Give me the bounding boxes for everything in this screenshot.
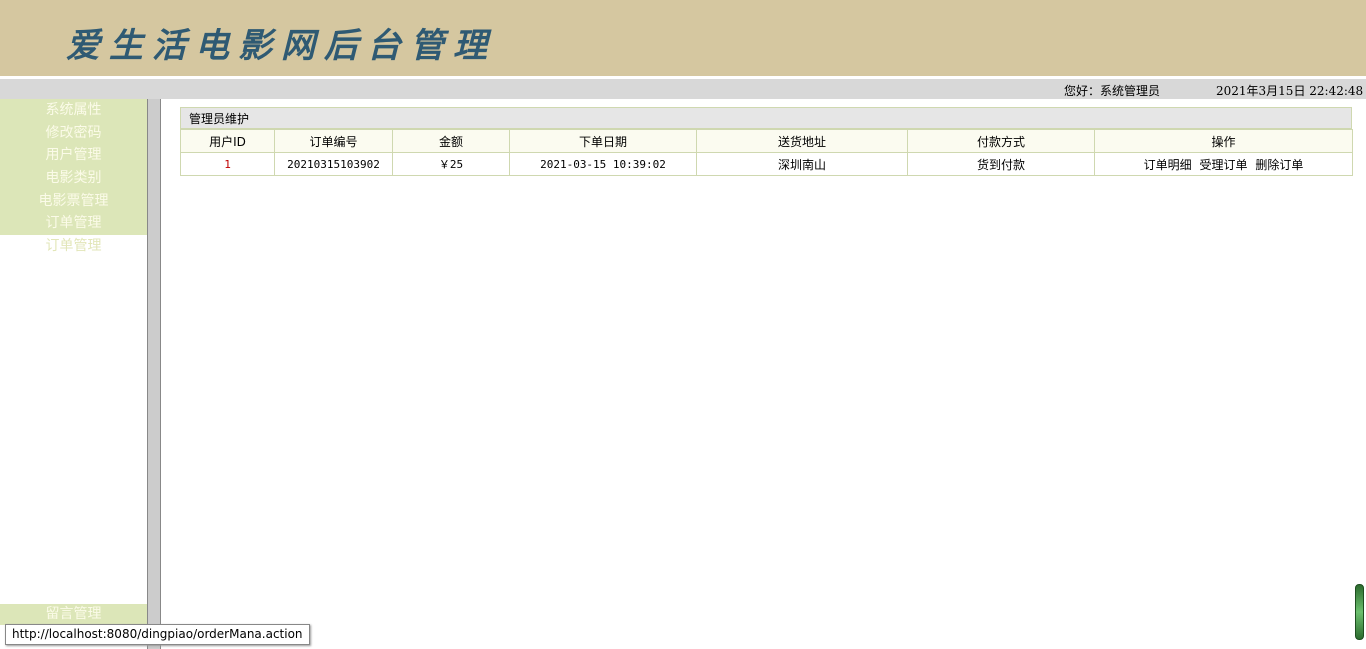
cell-address: 深圳南山 — [696, 152, 908, 176]
cell-date: 2021-03-15 10:39:02 — [509, 152, 697, 176]
header-banner: 爱生活电影网后台管理 — [0, 0, 1366, 76]
sidebar-item-ticket-management[interactable]: 电影票管理 — [0, 189, 147, 213]
sidebar-item-change-password[interactable]: 修改密码 — [0, 121, 147, 145]
cell-amount: ￥25 — [392, 152, 510, 176]
cell-user-id: 1 — [180, 152, 275, 176]
greeting-text: 您好：系统管理员 — [1064, 84, 1161, 98]
cell-order-no: 20210315103902 — [274, 152, 393, 176]
column-header: 下单日期 — [509, 129, 697, 153]
orders-table: 用户ID 订单编号 金额 下单日期 送货地址 付款方式 操作 1 2021031… — [180, 129, 1353, 176]
sidebar-item-message-management[interactable]: 留言管理 — [0, 604, 147, 625]
sidebar-subitem-order-management[interactable]: 订单管理 — [0, 235, 147, 258]
main-content: 管理员维护 用户ID 订单编号 金额 下单日期 送货地址 付款方式 操作 1 2… — [180, 107, 1353, 176]
table-row: 1 20210315103902 ￥25 2021-03-15 10:39:02… — [180, 152, 1353, 176]
cell-actions: 订单明细 受理订单 删除订单 — [1094, 152, 1353, 176]
site-title: 爱生活电影网后台管理 — [66, 26, 496, 66]
sidebar-item-system-properties[interactable]: 系统属性 — [0, 99, 147, 122]
column-header: 送货地址 — [696, 129, 908, 153]
order-detail-link[interactable]: 订单明细 — [1144, 158, 1192, 172]
sidebar-item-order-management[interactable]: 订单管理 — [0, 212, 147, 236]
status-bar-url: http://localhost:8080/dingpiao/orderMana… — [5, 624, 310, 645]
panel-title: 管理员维护 — [180, 107, 1352, 129]
scroll-indicator[interactable] — [1355, 584, 1364, 640]
delete-order-link[interactable]: 删除订单 — [1255, 158, 1303, 172]
column-header: 订单编号 — [274, 129, 393, 153]
datetime-text: 2021年3月15日 22:42:48 — [1216, 84, 1364, 98]
accept-order-link[interactable]: 受理订单 — [1199, 158, 1247, 172]
column-header: 付款方式 — [907, 129, 1095, 153]
column-header: 操作 — [1094, 129, 1353, 153]
column-header: 用户ID — [180, 129, 275, 153]
sidebar-menu: 系统属性 修改密码 用户管理 电影类别 电影票管理 订单管理 订单管理 — [0, 99, 147, 649]
cell-payment: 货到付款 — [907, 152, 1095, 176]
frame-divider[interactable] — [147, 99, 161, 649]
column-header: 金额 — [392, 129, 510, 153]
table-header-row: 用户ID 订单编号 金额 下单日期 送货地址 付款方式 操作 — [180, 129, 1353, 153]
sidebar-item-movie-category[interactable]: 电影类别 — [0, 167, 147, 190]
sidebar-item-user-management[interactable]: 用户管理 — [0, 144, 147, 168]
info-bar: 您好：系统管理员 2021年3月15日 22:42:48 — [0, 79, 1366, 99]
